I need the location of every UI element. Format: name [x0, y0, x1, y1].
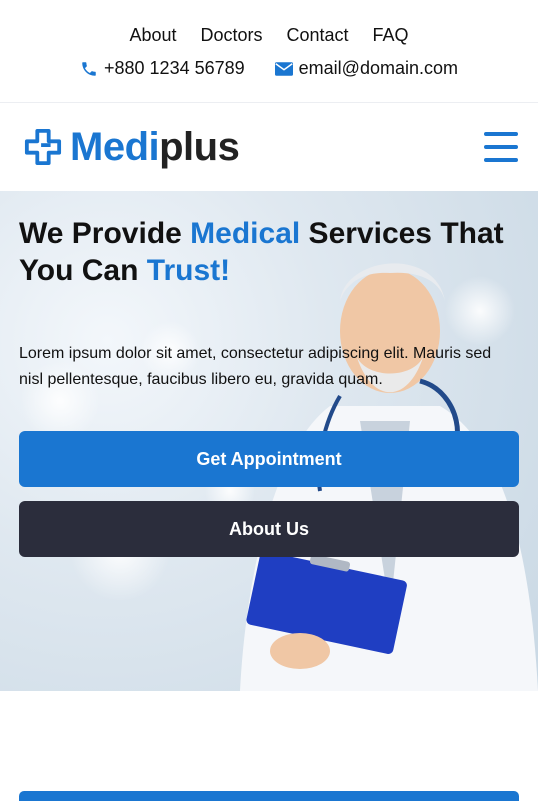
top-nav-about[interactable]: About: [129, 25, 176, 46]
phone-number: +880 1234 56789: [104, 58, 245, 78]
menu-hamburger-icon[interactable]: [484, 132, 518, 162]
medical-cross-icon: [24, 128, 62, 166]
logo-text: Mediplus: [70, 124, 240, 170]
hero-title-highlight-trust: Trust!: [146, 254, 231, 287]
email-address: email@domain.com: [298, 58, 458, 78]
get-appointment-button[interactable]: Get Appointment: [19, 431, 519, 487]
hero-title: We Provide Medical Services That You Can…: [19, 215, 519, 289]
hero-content: We Provide Medical Services That You Can…: [0, 191, 538, 557]
next-section-edge: [19, 791, 519, 801]
site-logo[interactable]: Mediplus: [24, 124, 240, 170]
hero-title-part: We Provide: [19, 217, 191, 250]
top-nav-doctors[interactable]: Doctors: [200, 25, 262, 46]
email-contact[interactable]: email@domain.com: [274, 58, 458, 79]
hero-description: Lorem ipsum dolor sit amet, consectetur …: [19, 345, 492, 388]
top-bar: About Doctors Contact FAQ +880 1234 5678…: [0, 0, 538, 103]
top-nav-faq[interactable]: FAQ: [373, 25, 409, 46]
phone-icon: [82, 61, 96, 76]
main-navbar: Mediplus: [0, 103, 538, 191]
about-us-button[interactable]: About Us: [19, 501, 519, 557]
hamburger-line: [484, 145, 518, 149]
hero-section: We Provide Medical Services That You Can…: [0, 191, 538, 691]
hero-title-highlight-medical: Medical: [190, 217, 301, 250]
hamburger-line: [484, 132, 518, 136]
top-nav: About Doctors Contact FAQ: [0, 0, 538, 46]
top-nav-contact[interactable]: Contact: [287, 25, 349, 46]
contact-info: +880 1234 56789 email@domain.com: [0, 58, 538, 79]
logo-part-medi: Medi: [70, 124, 160, 169]
logo-part-plus: plus: [159, 124, 240, 169]
phone-contact[interactable]: +880 1234 56789: [80, 58, 245, 79]
hamburger-line: [484, 158, 518, 162]
envelope-icon: [274, 61, 293, 76]
